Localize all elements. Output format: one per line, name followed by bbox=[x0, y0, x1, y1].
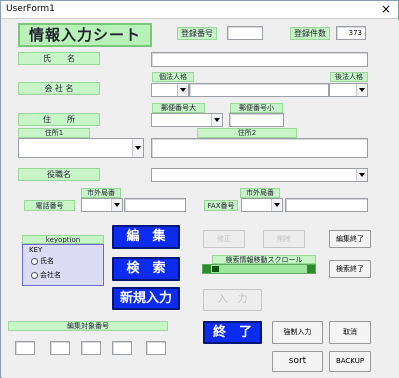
delete-button[interactable]: 削除 bbox=[263, 230, 305, 248]
reg-no-label: 登録番号 bbox=[177, 27, 217, 40]
form-client-area: 情報入力シート 登録番号 登録件数 373 氏 名 個法人格 後法人格 会 社 … bbox=[2, 20, 399, 378]
chevron-down-icon[interactable] bbox=[111, 199, 122, 211]
area-code-combo[interactable] bbox=[81, 198, 123, 212]
chevron-down-icon[interactable] bbox=[271, 199, 282, 211]
company-label: 会 社 名 bbox=[18, 82, 100, 95]
scroll-left-icon[interactable] bbox=[203, 265, 211, 273]
window-title: UserForm1 bbox=[6, 4, 55, 14]
backup-button[interactable]: BACKUP bbox=[329, 351, 371, 372]
zip-big-label: 郵便番号大 bbox=[152, 103, 205, 113]
title-bar: UserForm1 × bbox=[1, 1, 398, 19]
key-legend: KEY bbox=[29, 246, 43, 254]
addr1-combo[interactable] bbox=[18, 138, 144, 158]
sort-button[interactable]: sort bbox=[272, 351, 323, 372]
position-combo[interactable] bbox=[151, 168, 368, 182]
radio-company-label: 会社名 bbox=[40, 271, 61, 279]
area-code-label: 市外局番 bbox=[81, 188, 121, 198]
radio-name[interactable]: 氏名 bbox=[31, 257, 54, 266]
name-label: 氏 名 bbox=[18, 52, 100, 65]
addr1-label: 住所1 bbox=[18, 128, 90, 138]
edit-target-field-2[interactable] bbox=[50, 341, 70, 355]
userform-window: UserForm1 × 情報入力シート 登録番号 登録件数 373 氏 名 個法… bbox=[0, 0, 399, 378]
addr2-field[interactable] bbox=[151, 138, 368, 158]
new-entry-button[interactable]: 新規入力 bbox=[112, 287, 180, 310]
edit-target-field-5[interactable] bbox=[146, 341, 166, 355]
record-scrollbar[interactable] bbox=[202, 264, 316, 274]
edit-target-field-1[interactable] bbox=[15, 341, 35, 355]
radio-name-label: 氏名 bbox=[40, 257, 54, 265]
company-name-field[interactable] bbox=[189, 83, 329, 97]
edit-end-button[interactable]: 編集終了 bbox=[329, 230, 371, 248]
edit-button[interactable]: 編 集 bbox=[112, 225, 180, 249]
name-field[interactable] bbox=[151, 52, 368, 67]
radio-button-icon[interactable] bbox=[31, 271, 38, 279]
fax-area-code-combo[interactable] bbox=[241, 198, 283, 212]
reg-no-field[interactable] bbox=[227, 26, 263, 40]
radio-company[interactable]: 会社名 bbox=[31, 271, 61, 280]
search-button[interactable]: 検 索 bbox=[112, 257, 180, 281]
close-icon[interactable]: × bbox=[377, 2, 395, 17]
phone-label: 電話番号 bbox=[24, 200, 75, 211]
correct-button[interactable]: 修正 bbox=[203, 230, 245, 248]
legal-after-label: 後法人格 bbox=[330, 72, 368, 82]
scroll-thumb[interactable] bbox=[212, 266, 219, 272]
zip-small-label: 郵便番号小 bbox=[230, 103, 283, 113]
chevron-down-icon[interactable] bbox=[356, 169, 367, 181]
legal-before-combo[interactable] bbox=[151, 83, 189, 97]
scroll-label: 検索情報移動スクロール bbox=[212, 255, 316, 264]
chevron-down-icon[interactable] bbox=[132, 139, 143, 157]
finish-button[interactable]: 終 了 bbox=[203, 321, 262, 344]
keyoption-caption: keyoption bbox=[22, 235, 104, 244]
chevron-down-icon[interactable] bbox=[211, 114, 222, 126]
reg-count-field[interactable]: 373 bbox=[336, 26, 366, 40]
fax-label: FAX番号 bbox=[204, 200, 238, 211]
zip-big-combo[interactable] bbox=[151, 113, 223, 127]
reg-count-label: 登録件数 bbox=[290, 27, 330, 40]
legal-before-label: 個法人格 bbox=[152, 72, 194, 82]
edit-target-field-4[interactable] bbox=[112, 341, 132, 355]
fax-field[interactable] bbox=[285, 198, 368, 212]
scroll-right-icon[interactable] bbox=[307, 265, 315, 273]
input-button[interactable]: 入 力 bbox=[203, 289, 262, 311]
radio-button-icon[interactable] bbox=[31, 257, 38, 265]
chevron-down-icon[interactable] bbox=[177, 84, 188, 96]
addr2-label: 住所2 bbox=[197, 128, 297, 138]
position-label: 役職名 bbox=[18, 168, 100, 181]
edit-target-label: 編集対象番号 bbox=[8, 321, 168, 331]
form-title: 情報入力シート bbox=[18, 23, 152, 47]
cancel-button[interactable]: 取消 bbox=[329, 321, 371, 344]
search-end-button[interactable]: 検索終了 bbox=[329, 260, 371, 278]
phone-field[interactable] bbox=[124, 198, 186, 212]
chevron-down-icon[interactable] bbox=[356, 84, 367, 96]
address-label: 住 所 bbox=[18, 113, 100, 126]
edit-target-field-3[interactable] bbox=[81, 341, 101, 355]
fax-area-code-label: 市外局番 bbox=[240, 188, 280, 198]
legal-after-combo[interactable] bbox=[329, 83, 368, 97]
zip-small-field[interactable] bbox=[229, 113, 284, 127]
force-input-button[interactable]: 強制入力 bbox=[272, 321, 323, 344]
key-option-frame: KEY 氏名 会社名 bbox=[22, 244, 104, 286]
